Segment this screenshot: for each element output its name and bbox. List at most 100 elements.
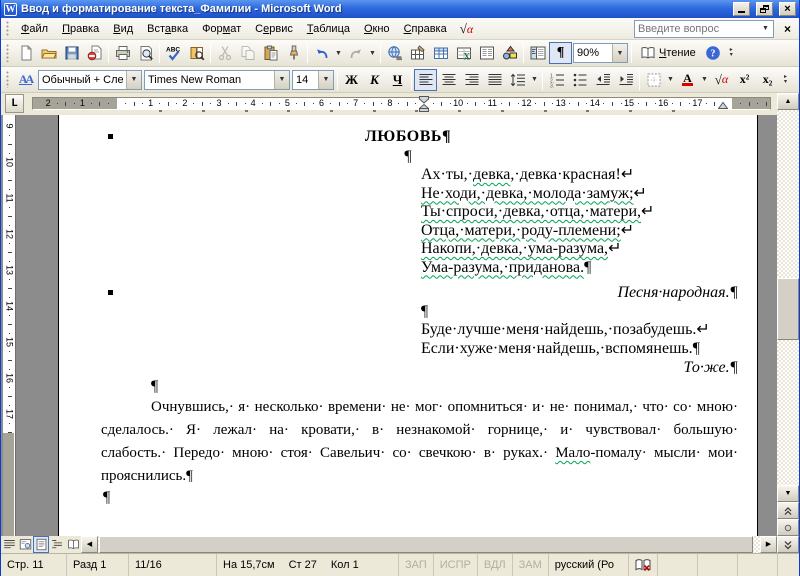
- status-toggle-ЗАМ[interactable]: ЗАМ: [513, 554, 549, 576]
- status-toggle-ВДЛ[interactable]: ВДЛ: [478, 554, 513, 576]
- scroll-up-button[interactable]: ▲: [777, 93, 799, 110]
- ask-question-dropdown-icon[interactable]: ▼: [758, 21, 773, 37]
- drawing-button[interactable]: [498, 42, 521, 64]
- align-justify-button[interactable]: [483, 69, 506, 91]
- close-button[interactable]: ×: [779, 2, 796, 16]
- show-paragraph-button[interactable]: ¶: [549, 42, 572, 64]
- increase-indent-button[interactable]: [614, 69, 637, 91]
- fmt-toolbar-grip[interactable]: [6, 70, 11, 89]
- std-toolbar-grip[interactable]: [6, 43, 11, 63]
- status-toggle-ЗАП[interactable]: ЗАП: [399, 554, 434, 576]
- superscript-button[interactable]: x²: [733, 69, 756, 91]
- tables-borders-button[interactable]: [406, 42, 429, 64]
- document-map-button[interactable]: [526, 42, 549, 64]
- insert-table-button[interactable]: [429, 42, 452, 64]
- outline-view-button[interactable]: [49, 536, 65, 553]
- equation-button[interactable]: √ α: [710, 69, 733, 91]
- menu-item-Окно[interactable]: Окно: [357, 20, 397, 38]
- save-button[interactable]: [60, 42, 83, 64]
- menu-item-Файл[interactable]: Файл: [14, 20, 55, 38]
- toolbar-options-button[interactable]: ▸ ▾: [725, 42, 738, 64]
- minimize-button[interactable]: [733, 2, 750, 16]
- paste-button[interactable]: [259, 42, 282, 64]
- decrease-indent-button[interactable]: [591, 69, 614, 91]
- help-button[interactable]: ?: [702, 42, 725, 64]
- format-painter-button[interactable]: [282, 42, 305, 64]
- align-center-button[interactable]: [437, 69, 460, 91]
- print-button[interactable]: [111, 42, 134, 64]
- next-page-button[interactable]: [777, 536, 799, 553]
- bulleted-list-button[interactable]: [568, 69, 591, 91]
- menu-item-Вид[interactable]: Вид: [106, 20, 140, 38]
- style-combobox[interactable]: Обычный + Сле ▼: [38, 69, 142, 90]
- font-color-button[interactable]: А: [676, 69, 699, 91]
- font-size-combobox[interactable]: 14 ▼: [292, 69, 334, 90]
- horizontal-scroll-thumb[interactable]: [99, 536, 753, 553]
- columns-button[interactable]: [475, 42, 498, 64]
- ask-question-input[interactable]: [634, 22, 758, 35]
- right-indent-marker[interactable]: [718, 101, 729, 109]
- menu-item-Вставка[interactable]: Вставка: [140, 20, 195, 38]
- zoom-dropdown-icon[interactable]: ▼: [612, 44, 627, 62]
- scroll-down-button[interactable]: ▼: [777, 485, 799, 502]
- menu-item-Правка[interactable]: Правка: [55, 20, 106, 38]
- line-spacing-dropdown-icon[interactable]: ▼: [529, 69, 540, 91]
- status-language[interactable]: русский (Ро: [549, 554, 629, 576]
- insert-excel-button[interactable]: X: [452, 42, 475, 64]
- tab-selector-button[interactable]: L: [5, 94, 24, 113]
- spelling-status[interactable]: [629, 554, 658, 576]
- line-spacing-button[interactable]: [506, 69, 529, 91]
- status-toggle-ИСПР[interactable]: ИСПР: [434, 554, 478, 576]
- document-page[interactable]: ЛЮБОВЬ¶ ¶ Ах·ты,·девка,·девка·красная!↵ Не·…: [58, 115, 758, 536]
- spelling-button[interactable]: ABC: [162, 42, 185, 64]
- font-size-dropdown-icon[interactable]: ▼: [318, 70, 333, 89]
- zoom-combobox[interactable]: 90% ▼: [573, 43, 628, 63]
- menubar-grip[interactable]: [6, 21, 11, 36]
- style-dropdown-icon[interactable]: ▼: [126, 70, 141, 89]
- undo-button[interactable]: [310, 42, 333, 64]
- underline-button[interactable]: Ч: [386, 69, 409, 91]
- hyperlink-button[interactable]: [383, 42, 406, 64]
- permission-button[interactable]: [83, 42, 106, 64]
- horizontal-scroll-track[interactable]: [98, 536, 760, 553]
- indent-markers[interactable]: [419, 96, 430, 112]
- font-color-dropdown-icon[interactable]: ▼: [699, 69, 710, 91]
- horizontal-ruler[interactable]: 2 1 1 2 3 4 5 6 7 8 10 11 12 13 14 15 16 17: [32, 96, 771, 112]
- borders-button[interactable]: [642, 69, 665, 91]
- styles-and-formatting-button[interactable]: АА: [14, 69, 37, 91]
- vertical-scroll-track[interactable]: [777, 110, 799, 485]
- ask-question-box[interactable]: ▼: [633, 19, 774, 38]
- normal-view-button[interactable]: [1, 536, 17, 553]
- italic-button[interactable]: К: [363, 69, 386, 91]
- align-right-button[interactable]: [460, 69, 483, 91]
- menu-item-Таблица[interactable]: Таблица: [300, 20, 357, 38]
- align-left-button[interactable]: [414, 68, 437, 91]
- numbered-list-button[interactable]: 1. 2. 3.: [545, 69, 568, 91]
- new-document-button[interactable]: [14, 42, 37, 64]
- menu-item-Справка[interactable]: Справка: [397, 20, 454, 38]
- restore-button[interactable]: [756, 2, 773, 16]
- toolbar-options-button[interactable]: ▸ ▾: [779, 69, 792, 91]
- menu-item-Формат[interactable]: Формат: [195, 20, 248, 38]
- previous-page-button[interactable]: [777, 502, 799, 519]
- print-preview-button[interactable]: [134, 42, 157, 64]
- borders-dropdown-icon[interactable]: ▼: [665, 69, 676, 91]
- select-browse-object-button[interactable]: [777, 519, 799, 536]
- research-button[interactable]: [185, 42, 208, 64]
- vertical-scroll-thumb[interactable]: [777, 278, 799, 340]
- bold-button[interactable]: Ж: [340, 69, 363, 91]
- font-dropdown-icon[interactable]: ▼: [274, 70, 289, 89]
- read-mode-button[interactable]: Чтение: [634, 42, 702, 64]
- menu-item-Сервис[interactable]: Сервис: [248, 20, 300, 38]
- web-layout-view-button[interactable]: [17, 536, 33, 553]
- menubar-close-icon[interactable]: ×: [778, 22, 797, 36]
- subscript-button[interactable]: x₂: [756, 69, 779, 91]
- undo-dropdown-icon[interactable]: ▼: [333, 42, 344, 64]
- open-folder-button[interactable]: [37, 42, 60, 64]
- menu-item-equation[interactable]: √α: [454, 19, 479, 39]
- font-combobox[interactable]: Times New Roman ▼: [144, 69, 290, 90]
- scroll-left-button[interactable]: ◀: [81, 536, 98, 553]
- vertical-ruler[interactable]: 9 10 11 12 13 14 15 16 17: [1, 115, 17, 536]
- reading-layout-view-button[interactable]: [65, 536, 81, 553]
- print-layout-view-button[interactable]: [33, 536, 49, 553]
